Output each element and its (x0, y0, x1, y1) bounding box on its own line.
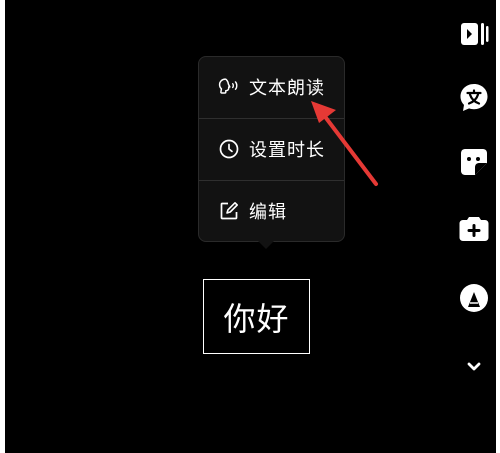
text-bubble-icon (457, 81, 491, 115)
menu-item-edit[interactable]: 编辑 (199, 181, 344, 241)
pen-icon (457, 281, 491, 315)
text-button[interactable] (452, 76, 496, 120)
clock-icon (217, 137, 241, 161)
sticker-button[interactable] (452, 140, 496, 184)
text-sticker[interactable]: 你好 (203, 279, 310, 354)
menu-item-label: 文本朗读 (249, 78, 325, 99)
context-menu: 文本朗读 设置时长 编辑 (198, 56, 345, 242)
effect-button[interactable] (452, 208, 496, 252)
editor-canvas: 文本朗读 设置时长 编辑 你好 (5, 0, 496, 453)
menu-item-label: 编辑 (249, 202, 287, 223)
right-toolbar (452, 0, 496, 400)
more-button[interactable] (452, 344, 496, 388)
add-effect-icon (457, 213, 491, 247)
menu-pointer (257, 240, 275, 249)
voice-reading-icon (217, 75, 241, 99)
sticker-icon (457, 145, 491, 179)
menu-item-set-duration[interactable]: 设置时长 (199, 119, 344, 179)
edit-icon (217, 199, 241, 223)
split-button[interactable] (452, 12, 496, 56)
split-screen-icon (457, 17, 491, 51)
sticker-text: 你好 (223, 299, 290, 338)
menu-item-text-to-speech[interactable]: 文本朗读 (199, 57, 344, 117)
chevron-down-icon (462, 354, 486, 378)
menu-item-label: 设置时长 (249, 140, 325, 161)
draw-button[interactable] (452, 276, 496, 320)
